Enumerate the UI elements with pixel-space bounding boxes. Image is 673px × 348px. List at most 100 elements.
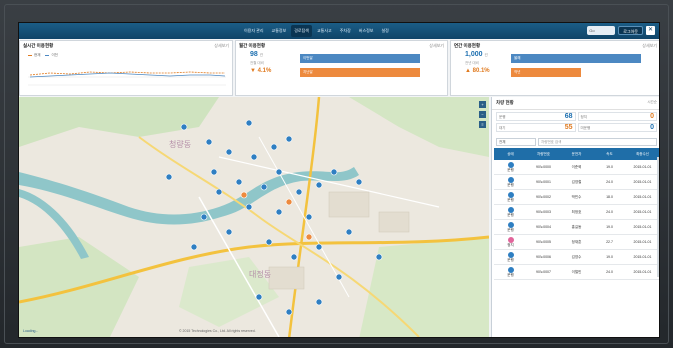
nav-item-route[interactable]: 경로탐색 [291,25,312,37]
row-time: 2015-01-01 [633,269,652,274]
row-driver: 이준혁 [571,164,582,169]
row-time: 2015-01-01 [633,239,652,244]
status-row: 운행 68 정지 0 [496,112,657,121]
map-canvas[interactable]: 청량동 대정동 [19,97,489,338]
row-speed: 22.7 [606,239,613,244]
row-driver: 김영철 [571,179,582,184]
row-state: 운행 [494,251,527,264]
row-vehicle-number: 90노0000 [536,164,551,169]
row-time: 2015-01-01 [633,164,652,169]
row-speed: 18.0 [606,194,613,199]
current-bar: 이번달 [300,54,420,63]
column-header[interactable]: 상태 [494,152,527,157]
status-stopped: 정지 0 [577,112,657,121]
top-bar: 이용자 관리 교통정보 경로탐색 교통사고 주차장 버스정보 설정 Go 로그아… [19,23,659,39]
nav-item-settings[interactable]: 설정 [379,25,392,37]
zoom-out-icon[interactable]: − [479,111,486,118]
row-time: 2015-01-01 [633,224,652,229]
vehicle-table-header: 상태 차량번호 운전자 속도 최종수신 [494,148,659,160]
map-copyright: © 2015 Technologies Co., Ltd. All rights… [179,329,256,333]
close-icon[interactable]: ✕ [646,26,655,35]
row-state: 운행 [494,266,527,279]
row-time: 2015-01-01 [633,209,652,214]
nav-item-parking[interactable]: 주차장 [337,25,354,37]
row-state: 운행 [494,191,527,204]
row-state: 운행 [494,176,527,189]
top-search-input[interactable]: Go [587,26,616,35]
row-vehicle-number: 90노0006 [536,254,551,259]
nav-item-traffic[interactable]: 교통정보 [269,25,290,37]
metric-sub: 전월 대비 [250,61,264,65]
vehicle-search-input[interactable]: 차량번호 검색 [538,138,657,146]
row-driver: 이철민 [571,269,582,274]
row-driver: 정재훈 [571,239,582,244]
nav-item-bus[interactable]: 버스정보 [356,25,377,37]
row-state-label: 운행 [507,167,514,172]
table-row[interactable]: 운행 90노0007 이철민 24.0 2015-01-01 [494,265,659,280]
yearly-delta: ▲ 80.1% [465,68,490,74]
column-header[interactable]: 속도 [593,152,626,157]
metric-sub: 전년 대비 [465,61,479,65]
vehicle-table-body: 운행 90노0000 이준혁 19.0 2015-01-01 운행 90노0001 김영철 24… [492,160,659,280]
monthly-delta: ▼ 4.1% [250,68,272,74]
status-row: 대기 55 미운행 0 [496,123,657,132]
status-idle: 미운행 0 [577,123,657,132]
area-label: 대정동 [249,269,271,279]
row-time: 2015-01-01 [633,254,652,259]
table-row[interactable]: 운행 90노0004 홍길동 19.0 2015-01-01 [494,220,659,235]
column-header[interactable]: 운전자 [560,152,593,157]
row-state-label: 운행 [507,227,514,232]
panel-detail-link[interactable]: 상세보기 [214,43,229,49]
map-controls: + − ≡ [479,101,486,128]
area-label: 청량동 [169,139,191,149]
status-waiting: 대기 55 [496,123,576,132]
column-header[interactable]: 최종수신 [626,152,659,157]
nav-item-users[interactable]: 이용자 관리 [241,25,267,37]
row-time: 2015-01-01 [633,179,652,184]
row-vehicle-number: 90노0002 [536,194,551,199]
panel-title: 월간 이용현황 [239,43,266,48]
nav-item-accident[interactable]: 교통사고 [314,25,335,37]
yearly-panel: 연간 이용현황 상세보기 1,000 건 전년 대비 ▲ 80.1% 올해 작년 [450,40,659,96]
table-row[interactable]: 정지 90노0005 정재훈 22.7 2015-01-01 [494,235,659,250]
status-value: 55 [564,124,573,131]
row-speed: 19.0 [606,224,613,229]
row-state-label: 운행 [507,212,514,217]
scrollbar[interactable] [657,157,659,277]
zoom-in-icon[interactable]: + [479,101,486,108]
row-state-label: 운행 [507,197,514,202]
status-label: 정지 [580,115,587,119]
table-row[interactable]: 운행 90노0000 이준혁 19.0 2015-01-01 [494,160,659,175]
row-state: 정지 [494,236,527,249]
row-speed: 24.0 [606,209,613,214]
column-header[interactable]: 차량번호 [527,152,560,157]
filter-row: 전체 차량번호 검색 [492,136,659,148]
layers-icon[interactable]: ≡ [479,121,486,128]
row-state-label: 운행 [507,182,514,187]
yearly-count-value: 1,000 [465,51,483,58]
status-label: 미운행 [580,126,591,130]
table-row[interactable]: 운행 90노0002 박민수 18.0 2015-01-01 [494,190,659,205]
status-label: 운행 [499,115,506,119]
table-row[interactable]: 운행 90노0003 최정호 24.0 2015-01-01 [494,205,659,220]
current-bar: 올해 [511,54,641,63]
row-vehicle-number: 90노0001 [536,179,551,184]
sort-toggle[interactable]: 시간순 [647,100,657,105]
yearly-count: 1,000 건 [465,51,488,58]
panel-detail-link[interactable]: 상세보기 [429,43,444,49]
realtime-panel: 실시간 이용현황 상세보기 현재 이전 [19,40,233,96]
unit-label: 건 [259,53,263,57]
table-row[interactable]: 운행 90노0001 김영철 24.0 2015-01-01 [494,175,659,190]
status-filter-select[interactable]: 전체 [496,138,536,146]
row-speed: 19.0 [606,254,613,259]
row-driver: 박민수 [571,194,582,199]
row-driver: 김영수 [571,254,582,259]
app-screen: 이용자 관리 교통정보 경로탐색 교통사고 주차장 버스정보 설정 Go 로그아… [18,22,660,338]
panel-detail-link[interactable]: 상세보기 [642,43,657,49]
row-state: 운행 [494,206,527,219]
map-view[interactable]: 청량동 대정동 + − ≡ Loading... © 2015 Technolo… [19,97,489,338]
table-row[interactable]: 운행 90노0006 김영수 19.0 2015-01-01 [494,250,659,265]
logout-button[interactable]: 로그아웃 [618,26,643,35]
row-speed: 24.0 [606,179,613,184]
status-grid: 운행 68 정지 0 대기 55 미운행 0 [492,110,659,136]
